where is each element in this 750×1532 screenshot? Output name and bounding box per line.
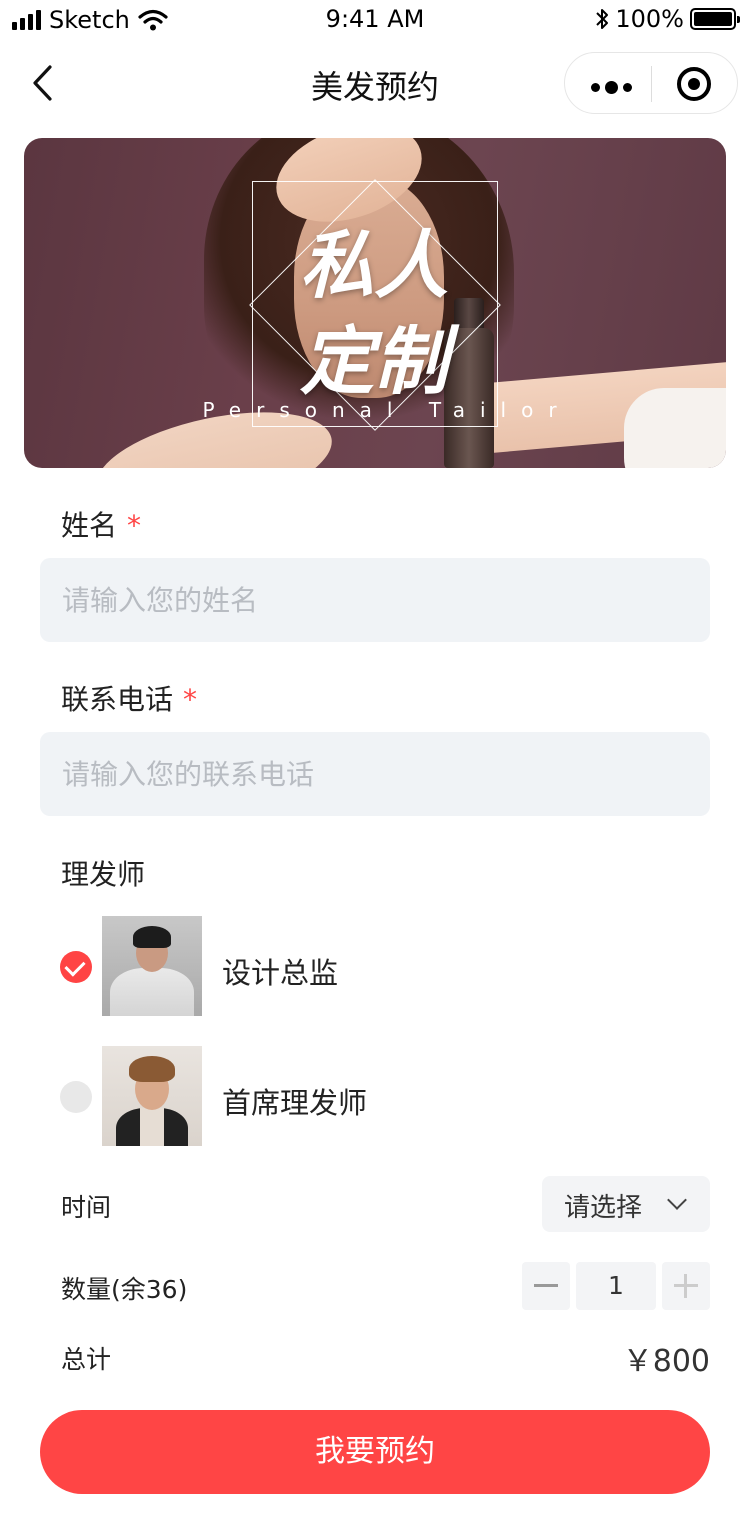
avatar [102, 1046, 202, 1146]
banner-title-line1: 私人 [300, 223, 448, 309]
hero-banner: 私人 定制 Personal Tailor [24, 138, 726, 468]
status-right: 100% [595, 5, 740, 33]
barber-option[interactable]: 设计总监 [60, 916, 700, 1016]
name-label: 姓名 * [61, 504, 141, 544]
radio-unchecked-icon[interactable] [60, 1081, 92, 1113]
banner-title-line2: 定制 [300, 319, 448, 405]
required-mark: * [183, 683, 198, 716]
barber-name: 设计总监 [222, 956, 339, 990]
time-select-value: 请选择 [564, 1193, 643, 1223]
decrement-button[interactable] [522, 1262, 570, 1310]
phone-input[interactable] [40, 732, 710, 816]
banner-subtitle: Personal Tailor [202, 398, 572, 422]
avatar [102, 916, 202, 1016]
close-target-icon[interactable] [677, 67, 711, 101]
barber-option[interactable]: 首席理发师 [60, 1046, 700, 1146]
time-select[interactable]: 请选择 [542, 1176, 710, 1232]
quantity-label: 数量(余36) [61, 1275, 188, 1304]
phone-label: 联系电话 * [61, 678, 197, 718]
quantity-value[interactable]: 1 [576, 1262, 656, 1310]
radio-checked-icon[interactable] [60, 951, 92, 983]
nav-bar: 美发预约 [0, 50, 750, 116]
more-icon[interactable] [591, 81, 632, 94]
status-bar: Sketch 9:41 AM 100% [0, 0, 750, 40]
bluetooth-icon [596, 9, 609, 29]
required-mark: * [127, 509, 142, 542]
battery-percent: 100% [615, 5, 684, 33]
barber-name: 首席理发师 [222, 1086, 368, 1120]
increment-button[interactable] [662, 1262, 710, 1310]
battery-icon [690, 8, 740, 30]
name-input[interactable] [40, 558, 710, 642]
minus-icon [534, 1284, 558, 1287]
mini-program-capsule [564, 52, 738, 114]
chevron-down-icon [667, 1190, 687, 1210]
capsule-divider [651, 66, 652, 102]
phone-label-text: 联系电话 [61, 683, 174, 716]
banner-photo-shirt [624, 388, 726, 468]
banner-title: 私人 定制 [234, 218, 514, 410]
total-price: ￥800 [622, 1344, 710, 1379]
book-button[interactable]: 我要预约 [40, 1410, 710, 1494]
time-label: 时间 [61, 1193, 112, 1222]
name-label-text: 姓名 [61, 509, 118, 542]
barber-label: 理发师 [61, 858, 146, 891]
total-label: 总计 [61, 1345, 112, 1374]
